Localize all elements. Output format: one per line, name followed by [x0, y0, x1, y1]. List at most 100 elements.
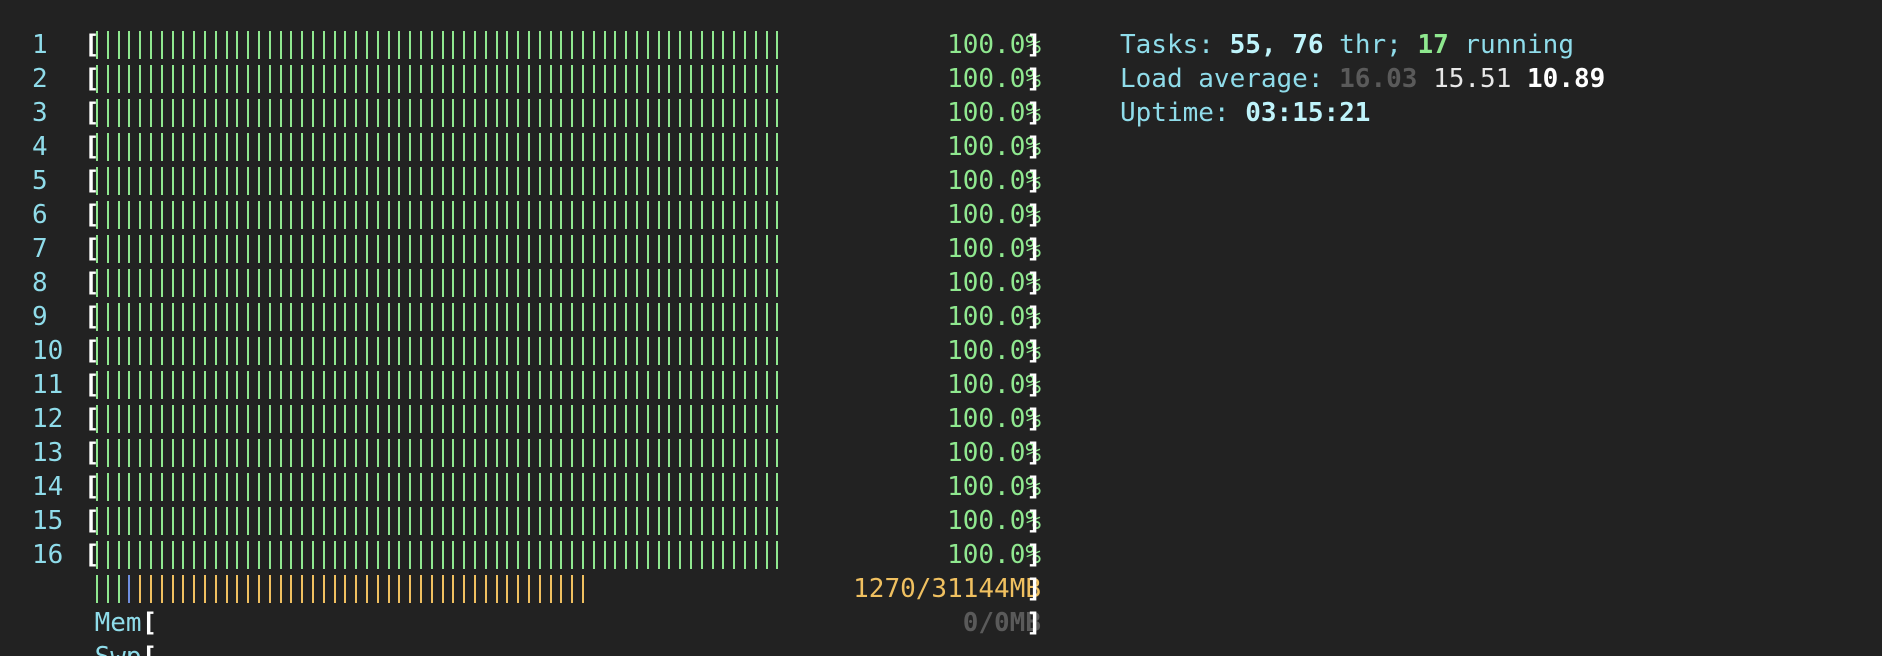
- cpu-bar-tick: [193, 303, 196, 331]
- cpu-bar-tick: [484, 405, 487, 433]
- cpu-bar-tick: [322, 303, 325, 331]
- cpu-bar-tick: [96, 167, 98, 195]
- cpu-bar-tick: [560, 269, 563, 297]
- cpu-bar-tick: [538, 371, 541, 399]
- cpu-bar-tick: [214, 31, 217, 59]
- cpu-bar-tick: [420, 473, 422, 501]
- cpu-bar-tick: [560, 65, 563, 93]
- cpu-bar-tick: [506, 303, 509, 331]
- cpu-bar-tick: [484, 201, 487, 229]
- cpu-bar-tick: [301, 99, 304, 127]
- cpu-bar-tick: [376, 235, 379, 263]
- cpu-bar-tick: [538, 303, 541, 331]
- cpu-bar-tick: [452, 371, 455, 399]
- cpu-label: 10: [32, 336, 64, 366]
- cpu-bar-tick: [160, 235, 163, 263]
- cpu-bar-tick: [560, 201, 563, 229]
- cpu-bar-tick: [420, 439, 422, 467]
- cpu-bar-tick: [344, 167, 347, 195]
- cpu-bar-tick: [171, 405, 174, 433]
- cpu-bar-tick: [106, 65, 109, 93]
- cpu-bar-tick: [474, 405, 476, 433]
- running-label: running: [1448, 30, 1574, 60]
- cpu-bar-tick: [776, 303, 779, 331]
- cpu-bar-tick: [700, 167, 703, 195]
- cpu-bar-tick: [549, 473, 552, 501]
- cpu-bar-tick: [225, 439, 228, 467]
- cpu-bar-tick: [258, 133, 260, 161]
- cpu-bar-tick: [171, 235, 174, 263]
- cpu-bar-tick: [366, 337, 368, 365]
- cpu-bar-tick: [409, 439, 412, 467]
- cpu-meter: 100.0%: [84, 96, 1041, 130]
- cpu-bar-tick: [700, 99, 703, 127]
- cpu-bar-tick: [214, 439, 217, 467]
- mem-cache-tick: [582, 575, 584, 603]
- cpu-bar-tick: [668, 541, 671, 569]
- cpu-bar-tick: [765, 133, 768, 161]
- cpu-bar-tick: [387, 303, 390, 331]
- cpu-bar-tick: [290, 371, 293, 399]
- tasks-separator: ,: [1260, 30, 1293, 60]
- cpu-bar-tick: [495, 507, 498, 535]
- mem-cache-tick: [441, 575, 444, 603]
- cpu-bar-tick: [247, 269, 250, 297]
- cpu-bar-tick: [452, 65, 455, 93]
- cpu-bar-tick: [387, 337, 390, 365]
- cpu-bar-tick: [776, 167, 779, 195]
- cpu-right-bracket: ]: [1026, 64, 1042, 94]
- cpu-bar-tick: [474, 269, 476, 297]
- uptime-value: 03:15:21: [1245, 98, 1371, 128]
- cpu-bar-tick: [528, 439, 530, 467]
- mem-cache-tick: [506, 575, 509, 603]
- mem-cache-tick: [430, 575, 433, 603]
- cpu-bar-tick: [463, 405, 466, 433]
- cpu-bar-tick: [366, 507, 368, 535]
- cpu-bar-tick: [571, 473, 574, 501]
- cpu-bar-tick: [268, 541, 271, 569]
- cpu-bar-tick: [160, 65, 163, 93]
- cpu-bar-tick: [420, 31, 422, 59]
- cpu-bar-tick: [398, 337, 401, 365]
- cpu-bar-tick: [409, 371, 412, 399]
- cpu-bar-tick: [258, 269, 260, 297]
- cpu-bar-tick: [430, 371, 433, 399]
- cpu-bar-tick: [182, 235, 185, 263]
- cpu-bar-tick: [474, 337, 476, 365]
- cpu-bar-tick: [474, 303, 476, 331]
- cpu-bar-tick: [117, 201, 120, 229]
- cpu-bar-tick: [744, 133, 746, 161]
- cpu-bar-tick: [150, 405, 152, 433]
- cpu-bar-tick: [474, 65, 476, 93]
- cpu-bar-tick: [430, 439, 433, 467]
- cpu-bar-tick: [236, 405, 239, 433]
- cpu-bar-tick: [690, 541, 692, 569]
- cpu-bar-tick: [236, 99, 239, 127]
- cpu-bar-tick: [182, 31, 185, 59]
- cpu-bar-tick: [420, 167, 422, 195]
- cpu-bar-tick: [625, 303, 628, 331]
- cpu-bar-tick: [603, 473, 606, 501]
- cpu-bar-tick: [355, 269, 358, 297]
- cpu-bar-tick: [776, 99, 779, 127]
- cpu-bar-tick: [301, 405, 304, 433]
- cpu-bar-tick: [690, 473, 692, 501]
- cpu-label: 5: [32, 166, 48, 196]
- cpu-bar-tick: [646, 31, 649, 59]
- cpu-bar-tick: [290, 235, 293, 263]
- cpu-bar-tick: [236, 337, 239, 365]
- cpu-bar-tick: [722, 99, 725, 127]
- cpu-bar-tick: [171, 439, 174, 467]
- cpu-bar-tick: [387, 65, 390, 93]
- cpu-bar-tick: [776, 133, 779, 161]
- cpu-bar-tick: [333, 405, 336, 433]
- cpu-bar-tick: [603, 31, 606, 59]
- cpu-bar-tick: [495, 405, 498, 433]
- cpu-bar-tick: [484, 507, 487, 535]
- cpu-bar-tick: [150, 31, 152, 59]
- cpu-bar-tick: [582, 31, 584, 59]
- cpu-bar-tick: [517, 303, 520, 331]
- cpu-bar-tick: [484, 167, 487, 195]
- cpu-bar-tick: [657, 439, 660, 467]
- cpu-bar-tick: [398, 405, 401, 433]
